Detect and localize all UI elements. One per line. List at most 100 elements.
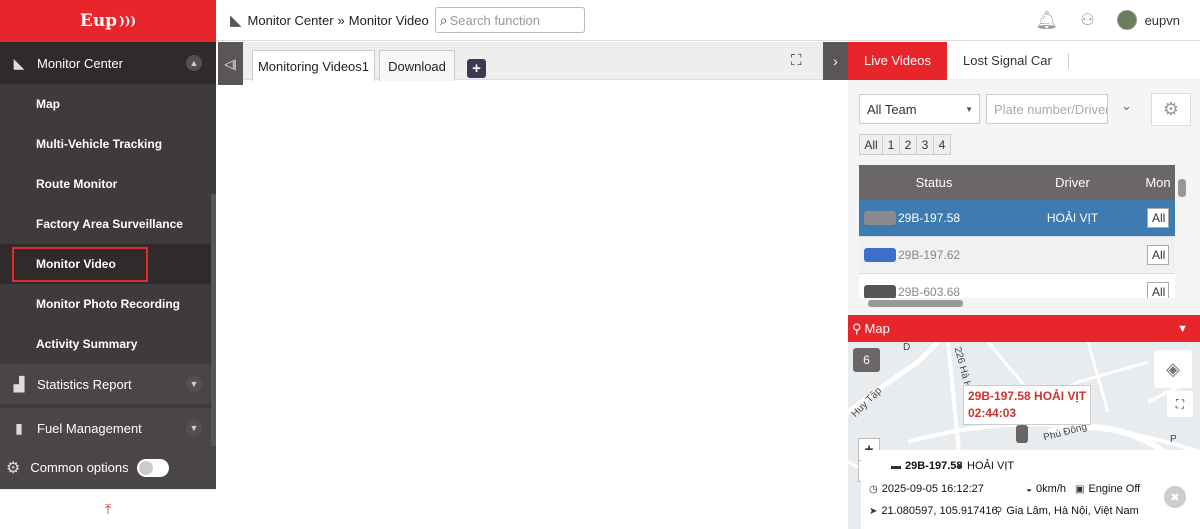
caret-down-icon: ▼ bbox=[965, 104, 973, 114]
map-fullscreen-icon[interactable]: ⛶ bbox=[1167, 391, 1193, 417]
avatar bbox=[1116, 10, 1137, 30]
chevron-down-icon[interactable]: ⌄ bbox=[1121, 98, 1132, 114]
sidebar-item-multi-vehicle-tracking[interactable]: Multi-Vehicle Tracking bbox=[0, 124, 216, 164]
tab-label: Download bbox=[388, 58, 446, 74]
page-1[interactable]: 1 bbox=[882, 134, 900, 155]
sidebar-item-activity-summary[interactable]: Activity Summary bbox=[0, 324, 216, 364]
bell-icon[interactable]: 🔔︎ bbox=[1035, 10, 1058, 31]
location-pin-icon: ⚲ bbox=[995, 505, 1003, 517]
user-menu[interactable]: eupvn bbox=[1116, 10, 1180, 30]
table-row[interactable]: 29B-197.58 HOẢI VỊT All bbox=[859, 200, 1175, 237]
map-view[interactable]: Huy Tập 226 Hà Huy Tập Phú Đông D P 6 ◈ … bbox=[848, 342, 1200, 529]
collapse-sidebar-button[interactable]: ◁| bbox=[218, 42, 243, 85]
sidebar-item-monitor-video[interactable]: Monitor Video bbox=[0, 244, 216, 284]
bar-chart-icon: ▟ bbox=[13, 375, 25, 392]
layers-icon[interactable]: ◈ bbox=[1154, 350, 1192, 388]
sidebar-group-monitor-center[interactable]: ◣ Monitor Center ▲ bbox=[0, 42, 216, 84]
info-driver: HOẢI VỊT bbox=[967, 460, 1015, 472]
sidebar-item-label: Activity Summary bbox=[36, 337, 138, 351]
sidebar-item-map[interactable]: Map bbox=[0, 84, 216, 124]
page-4[interactable]: 4 bbox=[933, 134, 951, 155]
row-plate: 29B-197.62 bbox=[898, 248, 961, 262]
truck-icon: ▬ bbox=[891, 460, 901, 472]
fuel-icon: ▮ bbox=[15, 419, 23, 436]
header-status: Status bbox=[915, 175, 953, 190]
sidebar-item-label: Multi-Vehicle Tracking bbox=[36, 137, 163, 151]
page-2[interactable]: 2 bbox=[899, 134, 917, 155]
sidebar-group-label: Fuel Management bbox=[37, 420, 142, 436]
speedometer-icon: ◒ bbox=[1026, 483, 1033, 495]
breadcrumb-separator: » bbox=[337, 12, 345, 28]
tab-label: Lost Signal Car bbox=[962, 53, 1052, 68]
common-options: ⚙ Common options bbox=[0, 446, 216, 489]
arrow-up-icon: ⤒ bbox=[104, 501, 112, 517]
fullscreen-icon[interactable]: ⛶ bbox=[791, 52, 802, 69]
breadcrumb-current: Monitor Video bbox=[348, 12, 429, 28]
vehicle-icon bbox=[864, 248, 896, 262]
sidebar-item-label: Route Monitor bbox=[36, 177, 118, 191]
row-monitor-button[interactable]: All bbox=[1147, 282, 1169, 298]
scroll-top-button[interactable]: ⤒ bbox=[0, 489, 216, 529]
vehicle-icon bbox=[864, 211, 896, 225]
sidebar-item-label: Monitor Photo Recording bbox=[36, 297, 180, 311]
vehicle-filter-panel: All Team ▼ Plate number/Driver ⌄ ⚙ All 1 … bbox=[848, 80, 1200, 315]
vehicle-marker[interactable] bbox=[1016, 425, 1028, 443]
common-options-toggle[interactable] bbox=[136, 458, 169, 477]
row-monitor-button[interactable]: All bbox=[1147, 208, 1169, 228]
sidebar-item-route-monitor[interactable]: Route Monitor bbox=[0, 164, 216, 204]
top-bar: ◣ Monitor Center » Monitor Video ⌕ Searc… bbox=[216, 0, 1200, 41]
active-highlight bbox=[12, 246, 148, 282]
vehicle-map-popup: 29B-197.58 HOẢI VỊT 02:44:03 bbox=[963, 385, 1092, 425]
table-header: Status Driver Mon bbox=[859, 165, 1175, 200]
search-input[interactable]: ⌕ Search function bbox=[434, 7, 585, 33]
sidebar-group-label: Statistics Report bbox=[37, 376, 132, 392]
vehicle-cluster-marker[interactable]: 6 bbox=[853, 348, 880, 372]
table-row[interactable]: 29B-603.68 All bbox=[859, 274, 1175, 298]
sidebar-scrollbar[interactable] bbox=[211, 194, 216, 449]
header-driver: Driver bbox=[1055, 175, 1090, 190]
breadcrumb-root[interactable]: Monitor Center bbox=[248, 13, 334, 28]
add-tab-button[interactable]: + bbox=[467, 59, 486, 78]
table-vertical-scrollbar[interactable] bbox=[1178, 175, 1186, 295]
user-name: eupvn bbox=[1144, 12, 1180, 28]
tab-download[interactable]: Download bbox=[379, 50, 455, 81]
plate-driver-input[interactable]: Plate number/Driver bbox=[986, 94, 1108, 124]
breadcrumb: ◣ Monitor Center » Monitor Video bbox=[230, 11, 429, 29]
chevron-up-icon: ▲ bbox=[186, 55, 202, 71]
page-3[interactable]: 3 bbox=[916, 134, 934, 155]
map-pin-icon: ⚲ bbox=[852, 320, 862, 336]
tab-live-videos[interactable]: Live Videos bbox=[848, 41, 947, 80]
search-icon: ⌕ bbox=[439, 11, 448, 28]
close-icon[interactable]: ✖ bbox=[1164, 486, 1186, 508]
tab-lost-signal-car[interactable]: Lost Signal Car bbox=[947, 52, 1069, 69]
info-engine: Engine Off bbox=[1088, 483, 1141, 495]
row-plate: 29B-197.58 bbox=[898, 211, 961, 225]
gear-icon: ⚙ bbox=[1162, 99, 1180, 119]
sidebar-item-monitor-photo-recording[interactable]: Monitor Photo Recording bbox=[0, 284, 216, 324]
sidebar-group-statistics-report[interactable]: ▟ Statistics Report ▼ bbox=[0, 364, 216, 404]
team-select-value: All Team bbox=[867, 101, 917, 117]
chevron-down-icon: ▼ bbox=[1177, 322, 1188, 335]
table-horizontal-scrollbar[interactable] bbox=[868, 300, 963, 307]
search-placeholder: Search function bbox=[449, 12, 540, 28]
page-all[interactable]: All bbox=[859, 134, 883, 155]
network-icon[interactable]: ⚇ bbox=[1080, 10, 1094, 30]
table-row[interactable]: 29B-197.62 All bbox=[859, 237, 1175, 274]
collapse-left-icon: ◁| bbox=[224, 56, 237, 71]
settings-button[interactable]: ⚙ bbox=[1151, 93, 1191, 126]
sidebar-item-factory-area-surveillance[interactable]: Factory Area Surveillance bbox=[0, 204, 216, 244]
monitor-icon: ◣ bbox=[13, 54, 25, 71]
eup-logo[interactable]: Eup))) bbox=[0, 0, 216, 42]
vehicle-table: Status Driver Mon 29B-197.58 HOẢI VỊT Al… bbox=[859, 165, 1175, 298]
info-speed: 0km/h bbox=[1036, 483, 1067, 495]
row-monitor-button[interactable]: All bbox=[1147, 245, 1169, 265]
team-select[interactable]: All Team ▼ bbox=[859, 94, 980, 124]
row-plate: 29B-603.68 bbox=[898, 285, 961, 298]
sidebar-group-fuel-management[interactable]: ▮ Fuel Management ▼ bbox=[0, 404, 216, 448]
map-header[interactable]: ⚲ Map ▼ bbox=[848, 315, 1200, 342]
tab-monitoring-videos1[interactable]: Monitoring Videos1 bbox=[252, 50, 375, 81]
vehicle-info-card: ▬ 29B-197.58 ● HOẢI VỊT ◷ 2025-09-05 16:12:… bbox=[861, 450, 1200, 529]
chevron-down-icon: ▼ bbox=[186, 376, 202, 392]
toggle-right-panel-button[interactable]: › bbox=[823, 42, 848, 80]
gear-icon: ⚙ bbox=[6, 459, 21, 477]
